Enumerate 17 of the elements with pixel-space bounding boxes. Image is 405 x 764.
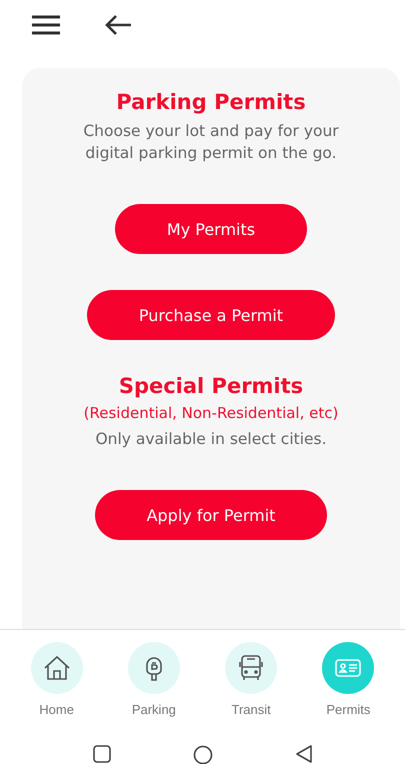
back-triangle-icon[interactable] [294,745,312,763]
section-note: (Residential, Non-Residential, etc) [84,404,338,422]
nav-tab[interactable]: Parking [114,642,194,717]
permit-button[interactable]: Purchase a Permit [86,290,336,340]
permit-button[interactable]: Apply for Permit [94,490,328,540]
nav-tab[interactable]: Home [16,642,97,717]
menu-icon[interactable] [32,14,60,36]
nav-tab[interactable]: Permits [308,642,388,717]
recent-apps-icon[interactable] [92,745,110,763]
section-description: Only available in select cities. [95,429,327,450]
section-description: Choose your lot and pay for your digital parking permit on the go. [82,121,340,164]
section-title: Parking Permits [116,90,306,114]
section-title: Special Permits [118,374,304,398]
permit-button[interactable]: My Permits [114,204,308,254]
house-icon [42,653,72,683]
back-arrow-icon[interactable] [104,14,132,36]
nav-tab[interactable]: Transit [211,642,292,717]
